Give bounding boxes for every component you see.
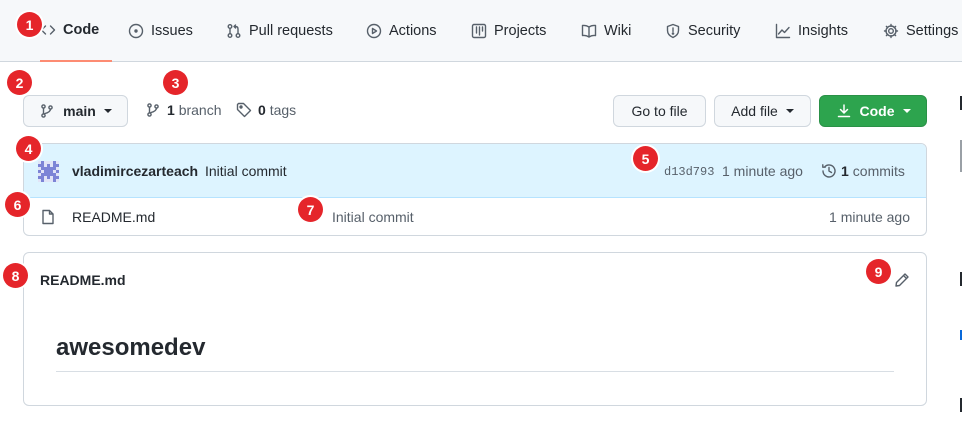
pencil-icon: [894, 272, 910, 288]
branch-count: 1: [167, 102, 175, 118]
file-icon: [40, 209, 56, 225]
git-branch-icon: [39, 103, 55, 119]
annotation-badge: 3: [163, 70, 188, 95]
annotation-badge: 7: [298, 197, 323, 222]
commit-count: 1: [841, 163, 849, 179]
tab-pull-requests[interactable]: Pull requests: [226, 0, 333, 62]
git-pull-request-icon: [226, 23, 242, 39]
graph-icon: [775, 23, 791, 39]
code-dropdown-button[interactable]: Code: [819, 95, 927, 127]
issue-opened-icon: [128, 23, 144, 39]
tab-label: Pull requests: [249, 23, 333, 39]
commit-time: 1 minute ago: [722, 163, 803, 179]
tag-icon: [236, 102, 252, 118]
tab-insights[interactable]: Insights: [775, 0, 848, 62]
latest-commit-bar: vladimircezarteach Initial commit d13d79…: [24, 144, 926, 198]
table-row[interactable]: README.md Initial commit 1 minute ago: [24, 198, 926, 235]
caret-down-icon: [103, 109, 112, 113]
tab-label: Issues: [151, 23, 193, 39]
commit-author[interactable]: vladimircezarteach: [72, 163, 198, 179]
tab-security[interactable]: Security: [665, 0, 740, 62]
commit-message[interactable]: Initial commit: [205, 163, 287, 179]
history-icon: [821, 163, 837, 179]
edit-readme-button[interactable]: [894, 272, 910, 288]
add-file-label: Add file: [731, 103, 778, 119]
tab-label: Projects: [494, 23, 547, 39]
annotation-badge: 2: [7, 70, 32, 95]
download-icon: [836, 103, 852, 119]
tag-word: tags: [269, 102, 297, 118]
tab-settings[interactable]: Settings: [883, 0, 958, 62]
readme-heading: awesomedev: [56, 331, 894, 372]
file-browser: vladimircezarteach Initial commit d13d79…: [23, 143, 927, 236]
go-to-file-label: Go to file: [631, 103, 688, 119]
branch-name: main: [63, 103, 96, 119]
avatar[interactable]: [38, 161, 59, 182]
tab-label: Wiki: [604, 23, 632, 39]
branch-select-button[interactable]: main: [23, 95, 128, 127]
branch-word: branch: [178, 102, 222, 118]
file-commit-time: 1 minute ago: [829, 209, 910, 225]
annotation-badge: 9: [866, 259, 891, 284]
tab-label: Code: [63, 22, 100, 38]
play-icon: [366, 23, 382, 39]
caret-down-icon: [785, 109, 794, 113]
readme-title: README.md: [40, 272, 126, 288]
annotation-badge: 4: [16, 136, 41, 161]
tab-projects[interactable]: Projects: [471, 0, 546, 62]
git-branch-icon: [145, 102, 161, 118]
branches-link[interactable]: 1 branch: [145, 100, 222, 120]
tab-label: Settings: [906, 23, 959, 39]
readme-panel: README.md awesomedev: [23, 252, 927, 406]
tab-label: Insights: [798, 23, 848, 39]
tab-code[interactable]: Code: [40, 0, 112, 62]
commits-link[interactable]: 1 commits: [821, 163, 905, 179]
file-commit-message[interactable]: Initial commit: [332, 209, 414, 225]
annotation-badge: 8: [3, 263, 28, 288]
tags-link[interactable]: 0 tags: [236, 100, 296, 120]
tag-count: 0: [258, 102, 266, 118]
tab-label: Security: [688, 23, 741, 39]
repo-nav-tabs: Code Issues Pull requests Actions Projec…: [0, 0, 962, 62]
annotation-badge: 1: [17, 12, 42, 37]
annotation-badge: 5: [633, 146, 658, 171]
tab-issues[interactable]: Issues: [128, 0, 193, 62]
tab-actions[interactable]: Actions: [366, 0, 437, 62]
commit-sha[interactable]: d13d793: [664, 165, 714, 179]
commit-word: commits: [852, 163, 905, 179]
code-button-label: Code: [859, 103, 895, 119]
tab-wiki[interactable]: Wiki: [581, 0, 631, 62]
add-file-button[interactable]: Add file: [714, 95, 811, 127]
book-icon: [581, 23, 597, 39]
file-name[interactable]: README.md: [72, 209, 155, 225]
tab-label: Actions: [389, 23, 437, 39]
code-icon: [40, 22, 56, 38]
gear-icon: [883, 23, 899, 39]
annotation-badge: 6: [5, 192, 30, 217]
shield-icon: [665, 23, 681, 39]
go-to-file-button[interactable]: Go to file: [613, 95, 706, 127]
table-icon: [471, 23, 487, 39]
caret-down-icon: [902, 109, 911, 113]
